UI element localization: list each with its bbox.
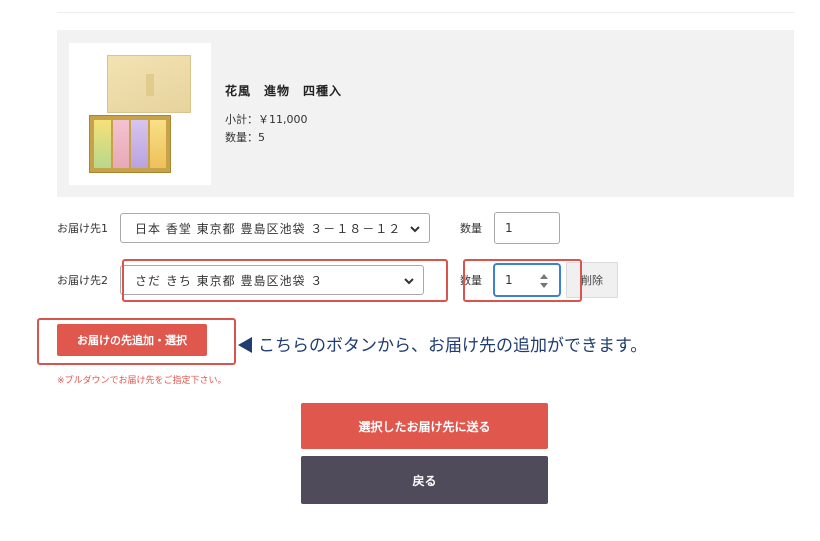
gift-box-tray xyxy=(89,115,171,173)
gift-box-lid xyxy=(107,55,191,113)
product-meta: 小計：￥11,000 数量：5 xyxy=(225,111,342,147)
pulldown-note: ※プルダウンでお届け先をご指定下さい。 xyxy=(57,376,227,386)
product-subtotal: 小計：￥11,000 xyxy=(225,113,308,126)
chevron-down-icon xyxy=(404,278,414,285)
destination-select-2[interactable]: さだ きち 東京都 豊島区池袋 ３ xyxy=(120,265,424,295)
quantity-label-2: 数量 xyxy=(460,274,482,287)
destination-select-1-value: 日本 香堂 東京都 豊島区池袋 ３－１８－１２ xyxy=(135,221,402,236)
callout-text: こちらのボタンから、お届け先の追加ができます。 xyxy=(238,331,647,356)
product-name: 花風 進物 四種入 xyxy=(225,84,343,98)
destination-select-2-value: さだ きち 東京都 豊島区池袋 ３ xyxy=(135,273,324,288)
product-image xyxy=(69,43,211,185)
callout-message: こちらのボタンから、お届け先の追加ができます。 xyxy=(258,336,648,356)
send-to-selected-button[interactable]: 選択したお届け先に送る xyxy=(301,403,548,449)
product-quantity: 数量：5 xyxy=(225,131,265,144)
delete-destination-button[interactable]: 削除 xyxy=(566,262,618,298)
quantity-input-2[interactable]: 1 xyxy=(494,264,560,296)
add-destination-button[interactable]: お届けの先追加・選択 xyxy=(57,324,207,356)
destination-select-1[interactable]: 日本 香堂 東京都 豊島区池袋 ３－１８－１２ xyxy=(120,213,430,243)
destination-row-2: お届け先2 さだ きち 東京都 豊島区池袋 ３ 数量 1 削除 xyxy=(57,262,618,298)
top-divider xyxy=(57,12,794,13)
destination-label-1: お届け先1 xyxy=(57,222,108,235)
chevron-down-icon xyxy=(410,226,420,233)
quantity-label-1: 数量 xyxy=(460,222,482,235)
left-triangle-icon xyxy=(238,337,252,353)
product-summary: 花風 進物 四種入 小計：￥11,000 数量：5 xyxy=(57,30,794,197)
spinner-arrows-icon[interactable] xyxy=(539,272,549,290)
back-button[interactable]: 戻る xyxy=(301,456,548,504)
destination-label-2: お届け先2 xyxy=(57,274,108,287)
quantity-value-1: 1 xyxy=(505,221,513,235)
product-info: 花風 進物 四種入 小計：￥11,000 数量：5 xyxy=(225,82,342,147)
quantity-input-1[interactable]: 1 xyxy=(494,212,560,244)
quantity-value-2: 1 xyxy=(505,273,513,287)
destination-row-1: お届け先1 日本 香堂 東京都 豊島区池袋 ３－１８－１２ 数量 1 xyxy=(57,212,560,244)
